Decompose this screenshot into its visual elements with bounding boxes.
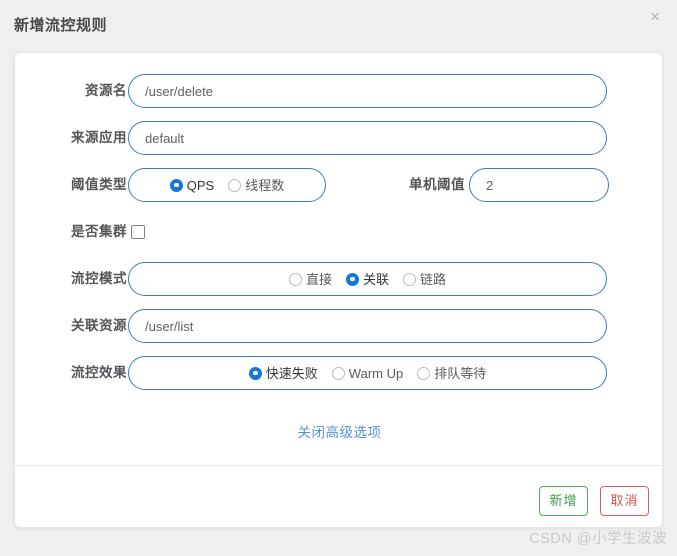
flow-effect-option-queue[interactable]: 排队等待 xyxy=(417,365,487,381)
flow-mode-option-chain-label: 链路 xyxy=(420,271,447,287)
flow-effect-radio-group[interactable]: 快速失败 Warm Up 排队等待 xyxy=(128,356,607,390)
origin-app-input[interactable] xyxy=(128,121,607,155)
form-row-ref-resource: 关联资源 xyxy=(15,309,662,343)
resource-name-label: 资源名 xyxy=(85,83,127,98)
flow-effect-option-warm-up[interactable]: Warm Up xyxy=(331,365,404,381)
is-cluster-label: 是否集群 xyxy=(71,224,127,239)
page-title: 新增流控规则 xyxy=(14,17,108,34)
form-row-resource-name: 资源名 xyxy=(15,74,662,108)
cancel-button[interactable]: 取消 xyxy=(600,486,649,516)
radio-unselected-icon xyxy=(331,366,345,380)
flow-mode-radio-group[interactable]: 直接 关联 链路 xyxy=(128,262,607,296)
dialog-header: 新增流控规则 × xyxy=(0,0,677,46)
single-threshold-input[interactable] xyxy=(469,168,609,202)
threshold-type-option-qps-label: QPS xyxy=(186,177,215,193)
threshold-type-option-threads[interactable]: 线程数 xyxy=(228,177,285,193)
watermark: CSDN @小学生波波 xyxy=(529,531,667,547)
resource-name-input[interactable] xyxy=(128,74,607,108)
form-row-flow-mode: 流控模式 直接 关联 链路 xyxy=(15,262,662,296)
flow-effect-option-warm-up-label: Warm Up xyxy=(348,365,404,381)
ref-resource-label: 关联资源 xyxy=(71,318,127,333)
toggle-advanced-options-link[interactable]: 关闭高级选项 xyxy=(15,421,664,441)
footer-divider xyxy=(15,465,664,466)
threshold-type-option-threads-label: 线程数 xyxy=(245,177,285,193)
form-row-origin-app: 来源应用 xyxy=(15,121,662,155)
flow-mode-option-direct-label: 直接 xyxy=(305,271,332,287)
flow-mode-option-associated[interactable]: 关联 xyxy=(345,271,389,287)
form-row-threshold: 阈值类型 QPS 线程数 单机阈值 xyxy=(15,168,662,202)
flow-effect-label: 流控效果 xyxy=(71,365,127,380)
single-threshold-label: 单机阈值 xyxy=(409,177,465,192)
radio-unselected-icon xyxy=(288,272,302,286)
radio-selected-icon xyxy=(345,272,359,286)
add-flow-rule-dialog: 新增流控规则 × 资源名 来源应用 阈值类型 QPS 线程数 xyxy=(0,0,677,556)
flow-mode-label: 流控模式 xyxy=(71,271,127,286)
threshold-type-label: 阈值类型 xyxy=(71,177,127,192)
flow-effect-option-fast-fail-label: 快速失败 xyxy=(265,365,318,381)
ref-resource-input[interactable] xyxy=(128,309,607,343)
flow-mode-option-associated-label: 关联 xyxy=(362,271,389,287)
form-row-is-cluster: 是否集群 xyxy=(15,215,662,249)
submit-button[interactable]: 新增 xyxy=(539,486,588,516)
form-row-flow-effect: 流控效果 快速失败 Warm Up 排队等待 xyxy=(15,356,662,390)
threshold-type-option-qps[interactable]: QPS xyxy=(169,177,215,193)
flow-mode-option-direct[interactable]: 直接 xyxy=(288,271,332,287)
dialog-body-card: 资源名 来源应用 阈值类型 QPS 线程数 单机阈值 xyxy=(14,52,664,528)
flow-mode-option-chain[interactable]: 链路 xyxy=(403,271,447,287)
origin-app-label: 来源应用 xyxy=(71,130,127,145)
close-icon[interactable]: × xyxy=(644,6,666,28)
flow-effect-option-queue-label: 排队等待 xyxy=(434,365,487,381)
radio-unselected-icon xyxy=(417,366,431,380)
radio-unselected-icon xyxy=(228,178,242,192)
radio-selected-icon xyxy=(248,366,262,380)
radio-selected-icon xyxy=(169,178,183,192)
flow-effect-option-fast-fail[interactable]: 快速失败 xyxy=(248,365,318,381)
is-cluster-checkbox[interactable] xyxy=(131,225,145,239)
threshold-type-radio-group[interactable]: QPS 线程数 xyxy=(128,168,326,202)
radio-unselected-icon xyxy=(403,272,416,286)
